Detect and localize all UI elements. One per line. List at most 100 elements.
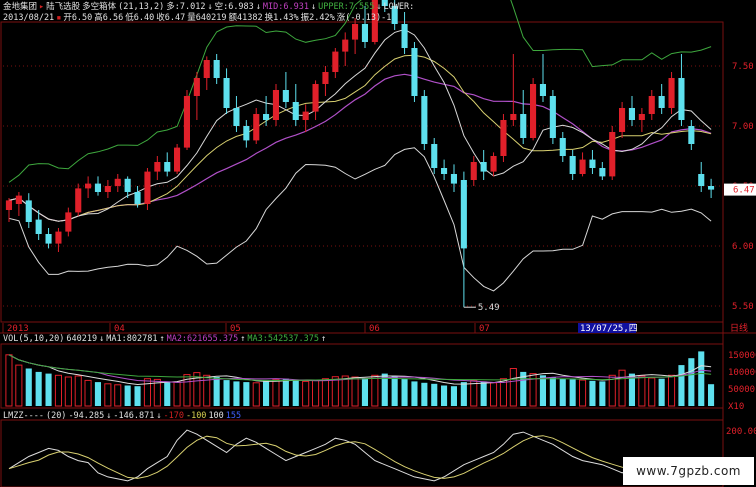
volume-bar — [401, 378, 408, 406]
volume-bar — [658, 378, 665, 406]
candle-body — [470, 162, 477, 180]
quote-date: 2013/08/21 — [3, 13, 55, 23]
volume-bar — [282, 378, 289, 406]
candle-body — [322, 72, 329, 84]
candle-body — [619, 108, 626, 132]
volume-bar — [272, 378, 280, 407]
candle-body — [85, 183, 92, 189]
candle-body — [411, 48, 418, 96]
candle-body — [589, 159, 596, 168]
date-tick-label: 04 — [114, 324, 125, 334]
volume-bar — [292, 380, 299, 406]
candle-body — [55, 231, 62, 244]
volume-bar — [64, 376, 72, 407]
candle-body — [45, 234, 52, 244]
volume-bar — [143, 378, 151, 407]
candle-body — [539, 84, 546, 96]
date-tick-label: 07 — [479, 324, 490, 334]
volume-bar — [559, 378, 566, 406]
volume-bar — [618, 369, 626, 407]
candle-body — [559, 138, 566, 156]
candle-body — [342, 39, 349, 52]
volume-bar — [84, 379, 92, 407]
volume-bar — [114, 384, 122, 407]
volume-bar — [252, 382, 260, 407]
volume-bar — [124, 385, 131, 406]
volume-tick-label: 150000 — [728, 351, 756, 361]
candle-body — [352, 24, 359, 40]
volume-bar — [470, 379, 478, 407]
change-value: 涨(-0.13)-1 — [336, 13, 392, 23]
low-price: 低6.40 — [125, 13, 155, 23]
price-tick-label: 5.50 — [732, 302, 754, 312]
ma-white-line — [8, 28, 712, 222]
volume-bar — [5, 354, 13, 407]
candle-body — [164, 162, 171, 172]
date-tick-label: 2013 — [7, 324, 29, 334]
candle-body — [272, 90, 279, 120]
candle-body — [25, 200, 32, 222]
square-icon: ▪ — [56, 13, 62, 23]
indicator-v1: -94.285 — [68, 411, 105, 421]
candle-body — [609, 132, 616, 177]
volume-ma10-line — [8, 354, 712, 384]
candle-body — [332, 51, 339, 72]
price-tick-label: 7.50 — [732, 62, 754, 72]
candle-body — [579, 159, 586, 174]
up-arrow-icon: ↑ — [321, 334, 327, 344]
candle-body — [253, 114, 260, 141]
volume-bar — [411, 381, 418, 406]
candle-body — [480, 162, 487, 172]
volume-bar — [94, 382, 101, 406]
indicator-tick-label: 200.00 — [726, 427, 756, 437]
candle-body — [668, 78, 675, 108]
upper-band-line — [8, 0, 712, 183]
candle-body — [193, 78, 200, 96]
low-annotation: 5.49 — [478, 303, 500, 313]
volume-bar — [391, 376, 398, 406]
candle-body — [648, 96, 655, 114]
high-price: 高6.56 — [94, 13, 124, 23]
volume-bar — [569, 379, 576, 406]
candle-body — [678, 78, 685, 120]
amplitude-value: 振2.42% — [300, 13, 335, 23]
volume-bar — [25, 368, 32, 406]
indicator-v3: -170 — [163, 411, 184, 421]
volume-tick-label: 100000 — [728, 368, 756, 378]
candle-body — [213, 60, 220, 78]
up-arrow-icon: ↑ — [240, 334, 246, 344]
volume-bar — [421, 382, 428, 406]
volume-bar — [263, 380, 270, 406]
candle-body — [233, 108, 240, 126]
candle-body — [530, 84, 537, 138]
volume-bar — [490, 382, 498, 407]
candle-body — [361, 24, 368, 42]
date-tick-label: 06 — [369, 324, 380, 334]
amount-value: 额41382 — [228, 13, 263, 23]
indicator-v4: -100 — [185, 411, 207, 421]
candle-body — [282, 90, 289, 102]
volume-bar — [688, 358, 695, 406]
volume-bar — [35, 371, 42, 406]
price-tick-label: 6.00 — [732, 242, 754, 252]
volume-bar — [233, 381, 240, 406]
candle-body — [223, 78, 230, 108]
volume-bar — [331, 376, 339, 407]
volume-bar — [549, 377, 556, 406]
date-highlight: 13/07/25,四 — [580, 324, 638, 334]
volume-bar — [708, 384, 715, 406]
volume-bar — [213, 377, 220, 406]
candle-body — [292, 102, 299, 120]
volume-bar — [648, 377, 656, 407]
indicator-v6: 155 — [225, 411, 242, 421]
volume-current: 640219 — [66, 334, 98, 344]
volume-bar — [164, 381, 171, 406]
indicator-bands — [8, 0, 712, 292]
candle-body — [708, 186, 715, 190]
volume-ma1: MA1:802781 — [106, 334, 158, 344]
volume-bar — [599, 381, 606, 406]
volume-bar — [312, 379, 320, 407]
candle-body — [549, 96, 556, 138]
volume-bar — [480, 381, 487, 406]
candle-body — [441, 168, 448, 174]
